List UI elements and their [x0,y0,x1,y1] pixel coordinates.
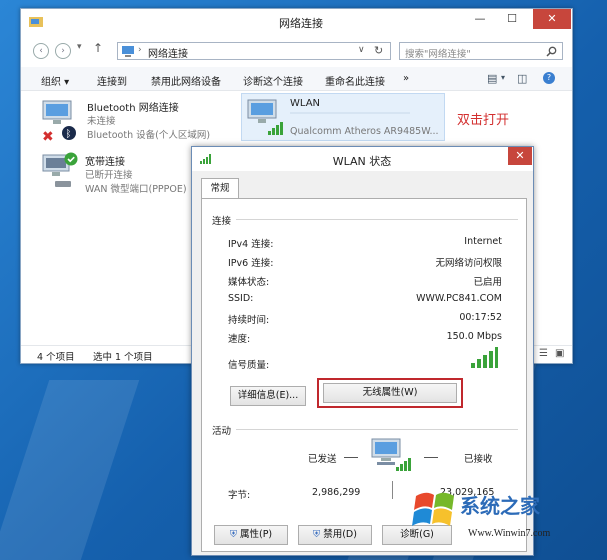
media-state-value: 已启用 [473,277,502,288]
speed-label: 速度: [228,334,251,345]
organize-menu[interactable]: 组织 ▾ [41,73,69,88]
back-icon[interactable]: ‹ [33,43,49,59]
help-icon[interactable]: ? [543,72,555,84]
details-button[interactable]: 详细信息(E)... [230,386,306,406]
signal-quality-label: 信号质量: [228,360,270,371]
up-arrow-icon[interactable]: ↑ [93,41,103,55]
network-folder-icon [29,17,43,27]
search-placeholder: 搜索"网络连接" [405,49,471,60]
connection-name: WLAN [290,98,321,109]
breadcrumb-chevron-icon: › [138,45,142,55]
broadband-connection-icon [42,152,78,187]
properties-button[interactable]: ⛨ 属性(P) [214,525,288,545]
double-click-annotation: 双击打开 [457,113,510,128]
connection-device: Qualcomm Atheros AR9485W... [290,126,439,137]
ssid-label: SSID: [228,293,254,304]
sent-line [344,457,358,458]
connection-name: Bluetooth 网络连接 [87,103,179,114]
rename-button[interactable]: 重命名此连接 [325,73,385,88]
disable-button[interactable]: ⛨ 禁用(D) [298,525,372,545]
details-view-icon[interactable]: ☰ [539,348,548,359]
recent-dropdown-icon[interactable]: ▾ [77,42,82,52]
selected-count: 选中 1 个项目 [93,352,153,363]
connection-device: Bluetooth 设备(个人区域网) [87,130,211,141]
ipv4-value: Internet [464,236,502,247]
search-input[interactable]: 搜索"网络连接" [399,42,563,60]
signal-strength-icon [200,154,211,164]
received-label: 已接收 [464,454,493,465]
ipv6-label: IPv6 连接: [228,258,274,269]
group-divider [236,429,518,430]
watermark-brand: 系统之家 [460,494,540,518]
bytes-sent-value: 2,986,299 [312,487,361,498]
shield-icon: ⛨ [313,529,321,540]
connect-to-button[interactable]: 连接到 [97,73,127,88]
dialog-title: WLAN 状态 [332,155,392,168]
connection-status: 已断开连接 [85,170,133,181]
preview-pane-icon[interactable]: ◫ [517,72,527,85]
search-icon[interactable] [546,46,557,57]
forward-icon[interactable]: › [55,43,71,59]
maximize-button[interactable]: ☐ [497,9,527,29]
ssid-value: WWW.PC841.COM [416,293,502,304]
diagnose-button[interactable]: 诊断这个连接 [243,73,303,88]
svg-text:ᛒ: ᛒ [66,129,72,140]
bluetooth-network-icon: ✖ ᛒ [42,100,76,143]
connection-status-blurred [290,112,410,114]
shield-icon: ⛨ [229,529,237,540]
duration-value: 00:17:52 [459,312,502,323]
connection-device: WAN 微型端口(PPPOE) [85,184,187,195]
refresh-icon[interactable]: ↻ [374,44,383,57]
ipv4-label: IPv4 连接: [228,239,274,250]
more-commands-button[interactable]: » [403,73,409,84]
address-box[interactable]: › 网络连接 ∨ ↻ [117,42,391,60]
minimize-button[interactable]: — [465,9,495,29]
view-dropdown-icon[interactable]: ▾ [501,73,505,82]
address-dropdown-icon[interactable]: ∨ [358,45,365,55]
sent-label: 已发送 [308,454,337,465]
connection-group-label: 连接 [212,216,232,227]
tiles-view-icon[interactable]: ▣ [555,348,564,359]
disable-device-button[interactable]: 禁用此网络设备 [151,73,221,88]
signal-quality-bars-icon [471,347,498,368]
activity-group-label: 活动 [212,426,232,437]
connection-status: 未连接 [87,116,116,127]
network-icon [122,46,134,57]
wireless-properties-button[interactable]: 无线属性(W) [323,383,457,403]
speed-value: 150.0 Mbps [446,331,502,342]
command-bar: 组织 ▾ 连接到 禁用此网络设备 诊断这个连接 重命名此连接 » ▤ ▾ ◫ ? [21,67,572,91]
window-title: 网络连接 [279,17,323,30]
connection-name: 宽带连接 [85,157,125,168]
bytes-label: 字节: [228,490,251,501]
site-watermark: 系统之家 Www.Winwin7.com [398,478,607,560]
ipv6-value: 无网络访问权限 [435,258,502,269]
connection-item-broadband[interactable]: 宽带连接 已断开连接 WAN 微型端口(PPPOE) [35,149,205,199]
group-divider [236,219,518,220]
tab-general[interactable]: 常规 [201,178,239,199]
duration-label: 持续时间: [228,315,270,326]
received-line [424,457,438,458]
media-state-label: 媒体状态: [228,277,270,288]
explorer-titlebar[interactable]: 网络连接 — ☐ ✕ [21,9,572,35]
watermark-url: Www.Winwin7.com [468,528,551,539]
connection-item-bluetooth[interactable]: ✖ ᛒ Bluetooth 网络连接 未连接 Bluetooth 设备(个人区域… [35,97,235,147]
wlan-network-icon [247,99,283,135]
breadcrumb[interactable]: 网络连接 [148,45,188,60]
address-bar-row: ‹ › ▾ ↑ › 网络连接 ∨ ↻ 搜索"网络连接" [21,39,572,63]
item-count: 4 个项目 [37,352,75,363]
network-activity-icon [371,438,411,471]
dialog-close-button[interactable]: ✕ [508,147,532,165]
close-button[interactable]: ✕ [533,9,571,29]
svg-text:✖: ✖ [42,129,54,143]
properties-button-label: 属性(P) [240,529,273,540]
disable-button-label: 禁用(D) [323,529,357,540]
dialog-titlebar[interactable]: WLAN 状态 ✕ [192,147,533,171]
connection-item-wlan[interactable]: WLAN Qualcomm Atheros AR9485W... [241,93,445,141]
bytes-divider [392,481,393,499]
windows-logo-icon [412,492,454,526]
view-options-icon[interactable]: ▤ [487,72,497,85]
